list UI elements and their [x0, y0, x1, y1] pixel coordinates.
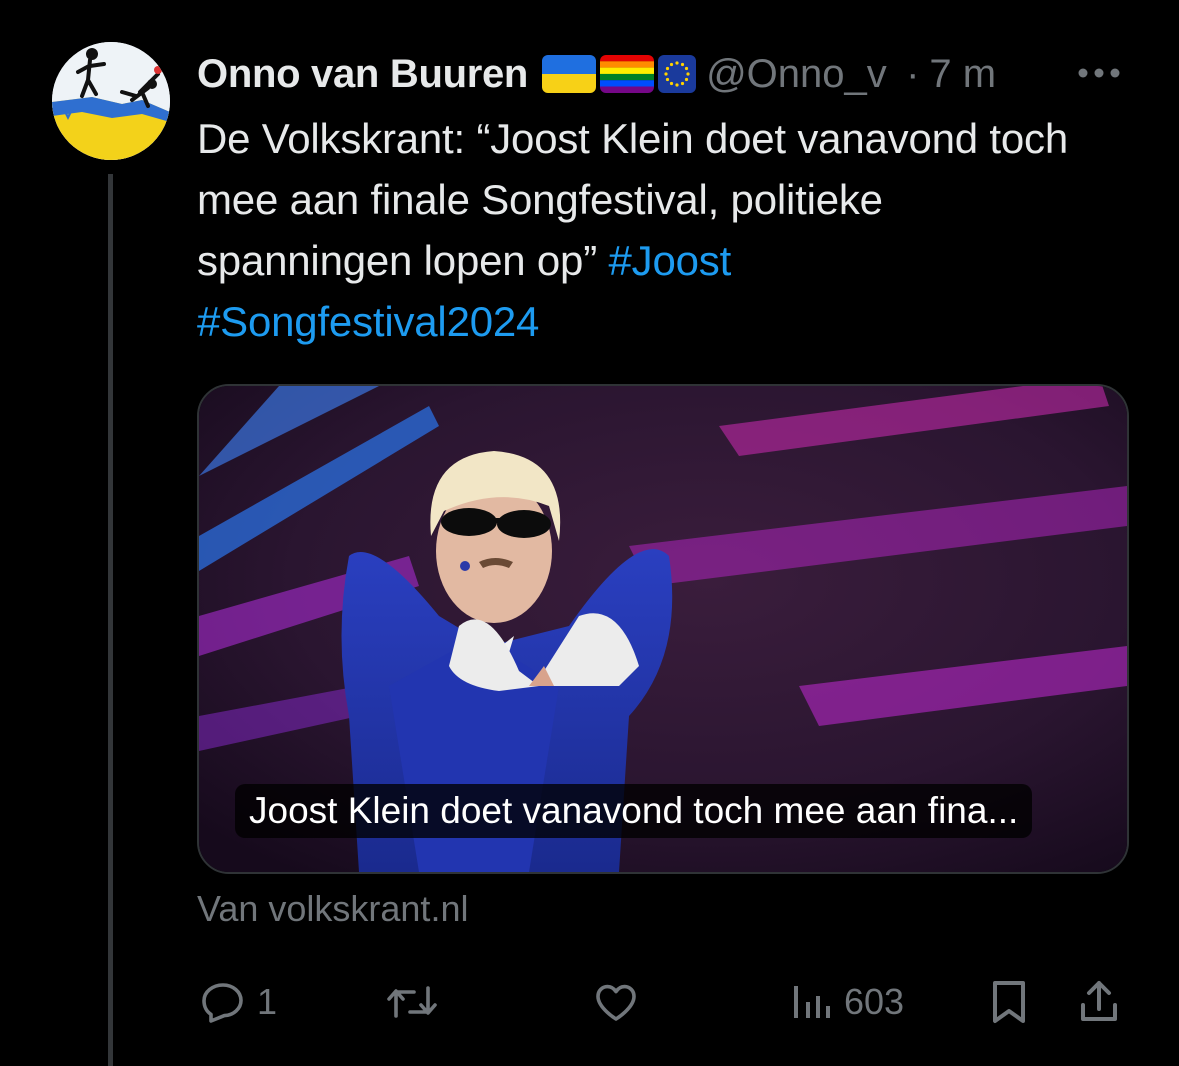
bookmark-button[interactable]: [987, 974, 1031, 1030]
thread-line: [108, 174, 113, 1066]
timestamp[interactable]: 7 m: [929, 52, 996, 97]
more-options-button[interactable]: [1074, 58, 1124, 88]
heart-icon: [596, 984, 636, 1021]
tweet-header: Onno van Buuren @Onno_v · 7 m: [197, 44, 996, 104]
action-bar: 1 603: [0, 974, 1179, 1034]
views-count: 603: [844, 981, 905, 1022]
card-caption: Joost Klein doet vanavond toch mee aan f…: [235, 784, 1033, 838]
retweet-icon: [387, 986, 437, 1018]
flag-emojis: [542, 55, 697, 93]
avatar-image: [52, 42, 170, 160]
reply-count: 1: [257, 981, 278, 1022]
card-source[interactable]: Van volkskrant.nl: [197, 888, 468, 930]
separator-dot: ·: [906, 51, 920, 96]
views-icon: [794, 986, 830, 1018]
more-icon: [1078, 68, 1120, 78]
author-name[interactable]: Onno van Buuren: [197, 52, 528, 97]
like-button[interactable]: [591, 974, 651, 1030]
tweet-text: De Volkskrant: “Joost Klein doet vanavon…: [197, 108, 1097, 352]
hashtag-joost[interactable]: #Joost: [609, 237, 732, 284]
link-card[interactable]: Joost Klein doet vanavond toch mee aan f…: [197, 384, 1129, 874]
ukraine-flag-icon: [542, 55, 597, 93]
reply-button[interactable]: 1: [199, 974, 277, 1030]
hashtag-songfestival2024[interactable]: #Songfestival2024: [197, 298, 539, 345]
reply-icon: [202, 983, 243, 1023]
author-handle[interactable]: @Onno_v: [706, 52, 902, 97]
views-button[interactable]: 603: [790, 974, 904, 1030]
share-icon: [1081, 981, 1117, 1021]
eu-flag-icon: [658, 55, 697, 93]
share-button[interactable]: [1075, 974, 1123, 1030]
rainbow-flag-icon: [600, 55, 655, 93]
bookmark-icon: [993, 981, 1025, 1023]
tweet[interactable]: Onno van Buuren @Onno_v · 7 m De Volkskr…: [0, 0, 1179, 1066]
avatar[interactable]: [52, 42, 170, 160]
retweet-button[interactable]: [384, 974, 450, 1030]
